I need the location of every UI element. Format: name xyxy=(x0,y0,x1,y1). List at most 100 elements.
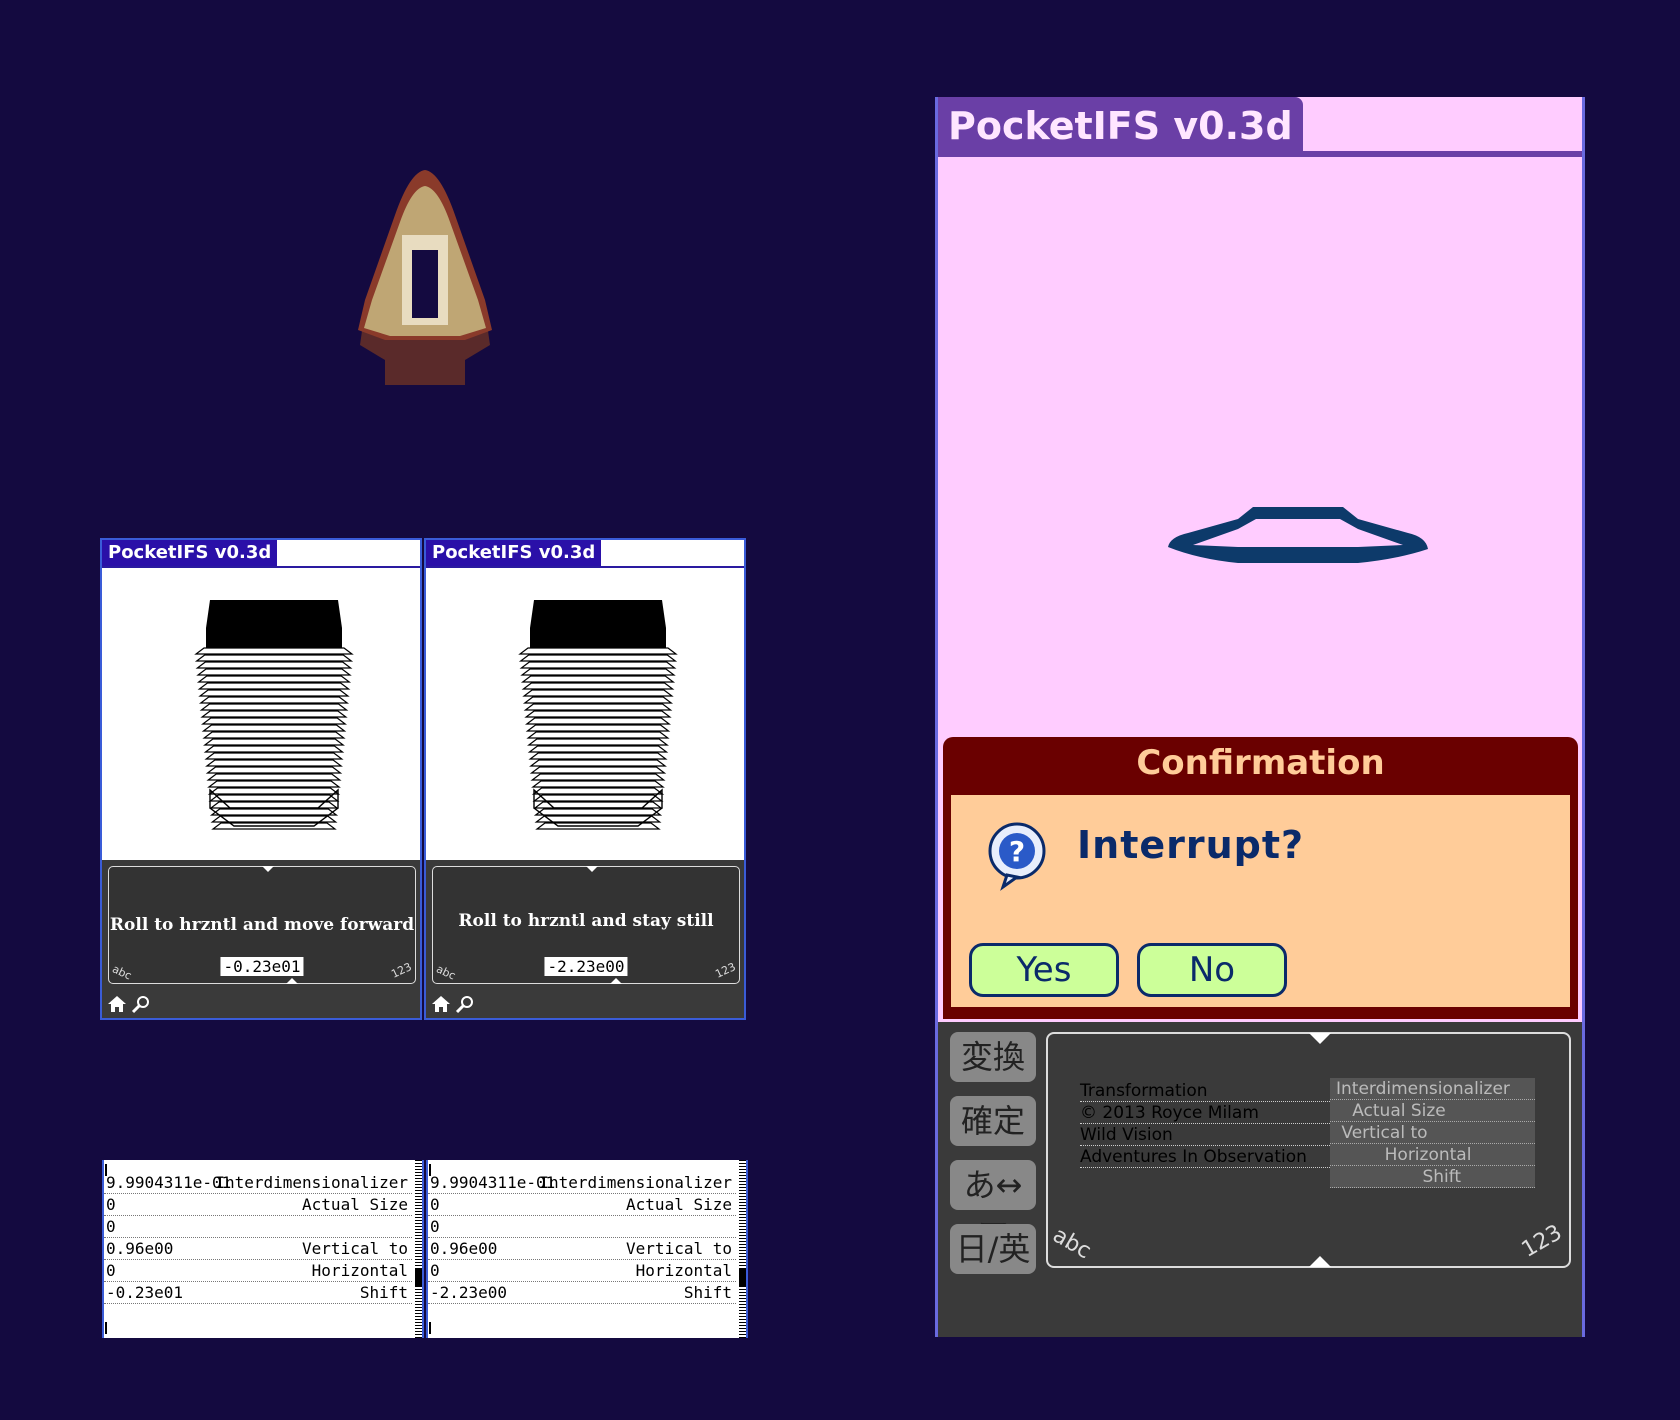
palm-screen-left: PocketIFS v0.3d Roll to hrzntl and move … xyxy=(100,538,422,1020)
param-item[interactable]: Actual Size xyxy=(1330,1100,1535,1122)
abc-label: abc xyxy=(434,962,458,983)
abc-label: abc xyxy=(1048,1222,1096,1265)
param-item[interactable]: Horizontal xyxy=(1330,1144,1535,1166)
menu-item-adventures[interactable]: Adventures In Observation xyxy=(1080,1146,1330,1168)
menu-item-copyright[interactable]: © 2013 Royce Milam xyxy=(1080,1102,1330,1124)
fractal-canvas xyxy=(102,568,420,858)
row-label: Horizontal xyxy=(635,1261,732,1280)
svg-text:?: ? xyxy=(1009,835,1025,868)
question-icon: ? xyxy=(988,822,1046,891)
graffiti-area[interactable]: Transformation © 2013 Royce Milam Wild V… xyxy=(1046,1032,1571,1268)
num-label: 123 xyxy=(1517,1220,1567,1263)
scrollbar[interactable] xyxy=(415,1160,422,1338)
fractal-canvas xyxy=(426,568,744,858)
confirmation-dialog: Confirmation ? Interrupt? Yes No xyxy=(943,737,1578,1019)
ime-language-button[interactable]: 日/英 xyxy=(950,1224,1036,1274)
row-value: -2.23e00 xyxy=(430,1283,508,1302)
palm-screen-right: PocketIFS v0.3d Roll to hrzntl and stay … xyxy=(424,538,746,1020)
row-value: 0 xyxy=(106,1261,116,1280)
param-list: Interdimensionalizer Actual Size Vertica… xyxy=(1330,1078,1535,1188)
ime-kana-button[interactable]: あ↔ア xyxy=(950,1160,1036,1254)
abc-label: abc xyxy=(110,962,134,983)
graffiti-panel: Roll to hrzntl and move forward -0.23e01… xyxy=(102,860,420,1018)
ime-convert-button[interactable]: 変換 xyxy=(950,1032,1036,1082)
table-row[interactable]: 0 Actual Size xyxy=(104,1194,412,1216)
title-bar: PocketIFS v0.3d xyxy=(426,540,744,568)
graffiti-caption: Roll to hrzntl and move forward xyxy=(109,915,415,935)
dialog-title: Confirmation xyxy=(1136,743,1385,783)
value-field[interactable]: -0.23e01 xyxy=(220,957,304,976)
row-label: Actual Size xyxy=(626,1195,732,1214)
caret-top-icon xyxy=(1308,1033,1331,1044)
row-label: Vertical to xyxy=(626,1239,732,1258)
table-row[interactable]: 0 Horizontal xyxy=(428,1260,736,1282)
table-row[interactable]: 0.96e00 Vertical to xyxy=(104,1238,412,1260)
row-label: Shift xyxy=(683,1283,732,1302)
parameter-listing-left: 9.9904311e-01 Interdimensionalizer 0 Actual… xyxy=(102,1160,424,1338)
row-value: 0 xyxy=(106,1195,116,1214)
dialog-body: ? Interrupt? Yes No xyxy=(951,795,1570,1007)
row-marker xyxy=(429,1322,431,1334)
row-value: 9.9904311e-01 xyxy=(430,1173,556,1192)
row-value: 0 xyxy=(430,1217,440,1236)
graffiti-area[interactable]: Roll to hrzntl and move forward -0.23e01… xyxy=(108,866,416,984)
row-value: 0 xyxy=(106,1217,116,1236)
no-button[interactable]: No xyxy=(1137,943,1287,997)
caret-top-icon xyxy=(262,866,274,872)
menu-item-wild-vision[interactable]: Wild Vision xyxy=(1080,1124,1330,1146)
param-item[interactable]: Interdimensionalizer xyxy=(1330,1078,1535,1100)
table-row[interactable]: 0.96e00 Vertical to xyxy=(428,1238,736,1260)
table-row[interactable]: 0 xyxy=(104,1216,412,1238)
home-icon[interactable] xyxy=(106,994,128,1014)
graffiti-panel: Roll to hrzntl and stay still -2.23e00 a… xyxy=(426,860,744,1018)
row-label: Interdimensionalizer xyxy=(215,1173,408,1192)
row-label: Interdimensionalizer xyxy=(539,1173,732,1192)
scrollbar[interactable] xyxy=(739,1160,746,1338)
row-label: Vertical to xyxy=(302,1239,408,1258)
fractal-canvas xyxy=(1168,507,1428,563)
table-row[interactable]: 9.9904311e-01 Interdimensionalizer xyxy=(104,1172,412,1194)
caret-bottom-icon xyxy=(1308,1256,1331,1267)
menu-list: Transformation © 2013 Royce Milam Wild V… xyxy=(1080,1080,1330,1168)
row-value: 0 xyxy=(430,1195,440,1214)
title-bar: PocketIFS v0.3d xyxy=(102,540,420,568)
param-item[interactable]: Vertical to xyxy=(1330,1122,1535,1144)
row-value: -0.23e01 xyxy=(106,1283,184,1302)
row-value: 9.9904311e-01 xyxy=(106,1173,232,1192)
find-icon[interactable] xyxy=(454,994,476,1014)
row-label: Actual Size xyxy=(302,1195,408,1214)
ufo-glyph-icon xyxy=(358,170,492,385)
param-item[interactable]: Shift xyxy=(1330,1166,1535,1188)
value-field[interactable]: -2.23e00 xyxy=(544,957,628,976)
row-value: 0.96e00 xyxy=(106,1239,174,1258)
table-row[interactable]: -2.23e00 Shift xyxy=(428,1282,736,1304)
caret-bottom-icon xyxy=(286,978,299,984)
app-title: PocketIFS v0.3d xyxy=(426,540,602,566)
ime-confirm-button[interactable]: 確定 xyxy=(950,1096,1036,1146)
find-icon[interactable] xyxy=(130,994,152,1014)
home-icon[interactable] xyxy=(430,994,452,1014)
menu-item-transformation[interactable]: Transformation xyxy=(1080,1080,1330,1102)
scrollbar-thumb[interactable] xyxy=(739,1268,746,1286)
row-value: 0.96e00 xyxy=(430,1239,498,1258)
num-label: 123 xyxy=(713,960,738,981)
table-row[interactable]: 0 Actual Size xyxy=(428,1194,736,1216)
table-row[interactable]: 0 Horizontal xyxy=(104,1260,412,1282)
yes-button[interactable]: Yes xyxy=(969,943,1119,997)
app-title: PocketIFS v0.3d xyxy=(938,97,1303,151)
row-label: Horizontal xyxy=(311,1261,408,1280)
dialog-message: Interrupt? xyxy=(1077,823,1305,867)
caret-top-icon xyxy=(586,866,598,872)
table-row[interactable]: -0.23e01 Shift xyxy=(104,1282,412,1304)
parameter-listing-right: 9.9904311e-01 Interdimensionalizer 0 Actual… xyxy=(426,1160,748,1338)
row-value: 0 xyxy=(430,1261,440,1280)
row-marker xyxy=(105,1322,107,1334)
graffiti-caption: Roll to hrzntl and stay still xyxy=(458,911,714,931)
title-bar: PocketIFS v0.3d xyxy=(938,97,1582,157)
app-title: PocketIFS v0.3d xyxy=(102,540,278,566)
scrollbar-thumb[interactable] xyxy=(415,1268,422,1286)
caret-bottom-icon xyxy=(610,978,623,984)
table-row[interactable]: 9.9904311e-01 Interdimensionalizer xyxy=(428,1172,736,1194)
table-row[interactable]: 0 xyxy=(428,1216,736,1238)
graffiti-area[interactable]: Roll to hrzntl and stay still -2.23e00 a… xyxy=(432,866,740,984)
